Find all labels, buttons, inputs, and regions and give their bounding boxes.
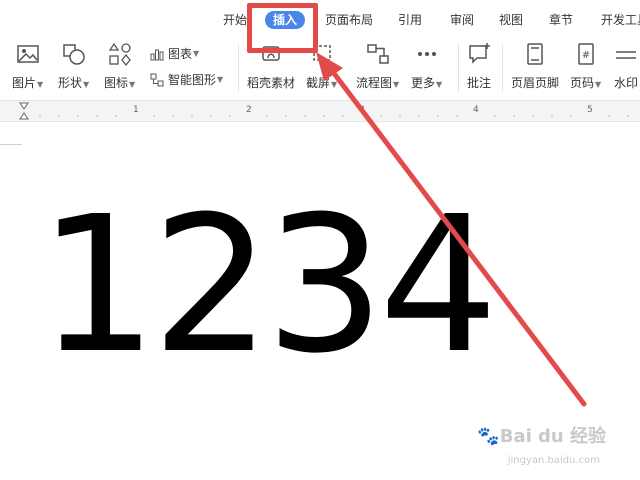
tab-page-layout[interactable]: 页面布局 — [325, 12, 373, 28]
watermark-button[interactable]: 水印 — [614, 42, 638, 91]
tab-section[interactable]: 章节 — [549, 12, 573, 28]
icon-button[interactable]: 图标▼ — [104, 42, 135, 91]
tab-developer[interactable]: 开发工具 — [601, 12, 640, 28]
chart-label: 图表 — [168, 47, 193, 61]
toolbar-divider — [238, 44, 239, 92]
ribbon-toolbar: 图片▼ 形状▼ 图标▼ 图表 ▼ 智能图形 ▼ 稻壳素材 截屏▼ 流程图▼ 更多▼ … — [0, 38, 640, 100]
picture-label: 图片 — [12, 76, 37, 90]
toolbar-divider — [458, 44, 459, 92]
ruler-mark: 2 — [246, 105, 252, 115]
shape-icon — [62, 44, 85, 65]
flowchart-label: 流程图 — [356, 76, 393, 90]
screenshot-label: 截屏 — [306, 76, 331, 90]
flowchart-icon — [366, 44, 389, 64]
icon-label: 图标 — [104, 76, 129, 90]
smart-graphic-button[interactable]: 智能图形 ▼ — [150, 71, 223, 88]
header-footer-icon — [527, 43, 543, 65]
baidu-jingyan-url: jingyan.baidu.com — [507, 455, 600, 466]
header-footer-label: 页眉页脚 — [511, 76, 560, 90]
baidu-jingyan-logo: 🐾Bai du 经验 — [477, 426, 606, 447]
page-number-label: 页码 — [570, 76, 595, 90]
ribbon-tab-bar: 开始 插入 页面布局 引用 审阅 视图 章节 开发工具 — [0, 0, 640, 38]
ruler-ticks — [19, 102, 629, 120]
toolbar-divider — [502, 44, 503, 92]
more-label: 更多 — [411, 76, 436, 90]
smart-graphic-label: 智能图形 — [168, 73, 217, 87]
header-footer-button[interactable]: 页眉页脚 — [511, 42, 559, 91]
page-margin-marker — [0, 144, 22, 145]
comment-button[interactable]: 批注 — [467, 42, 491, 91]
horizontal-ruler[interactable]: 1 2 3 4 5 — [0, 100, 640, 122]
tab-references[interactable]: 引用 — [398, 12, 422, 28]
document-body-text[interactable]: 1234 — [38, 192, 498, 380]
annotation-highlight-box — [247, 3, 318, 53]
ruler-mark: 1 — [133, 105, 139, 115]
tab-review[interactable]: 审阅 — [450, 12, 474, 28]
watermark-icon — [616, 51, 636, 59]
chart-icon — [150, 49, 164, 60]
straw-material-label: 稻壳素材 — [247, 76, 296, 90]
svg-text:#: # — [581, 50, 589, 61]
shape-button[interactable]: 形状▼ — [58, 42, 89, 91]
icon-library-icon — [108, 42, 131, 66]
picture-icon — [16, 45, 39, 63]
more-dots-icon — [417, 52, 436, 56]
ruler-mark: 4 — [473, 105, 479, 115]
watermark-label: 水印 — [614, 76, 639, 90]
page-number-icon: # — [577, 43, 594, 65]
ruler-mark: 5 — [587, 105, 593, 115]
tab-view[interactable]: 视图 — [499, 12, 523, 28]
smart-graphic-icon — [150, 73, 164, 86]
comment-icon — [469, 43, 490, 64]
tab-home[interactable]: 开始 — [223, 12, 247, 28]
baidu-paw-icon: 🐾 — [477, 426, 500, 447]
picture-button[interactable]: 图片▼ — [12, 42, 43, 91]
chart-button[interactable]: 图表 ▼ — [150, 45, 199, 62]
shape-label: 形状 — [58, 76, 83, 90]
page-number-button[interactable]: # 页码▼ — [570, 42, 601, 91]
more-button[interactable]: 更多▼ — [411, 42, 442, 91]
ruler-mark: 3 — [359, 105, 365, 115]
flowchart-button[interactable]: 流程图▼ — [356, 42, 399, 91]
comment-label: 批注 — [467, 76, 492, 90]
